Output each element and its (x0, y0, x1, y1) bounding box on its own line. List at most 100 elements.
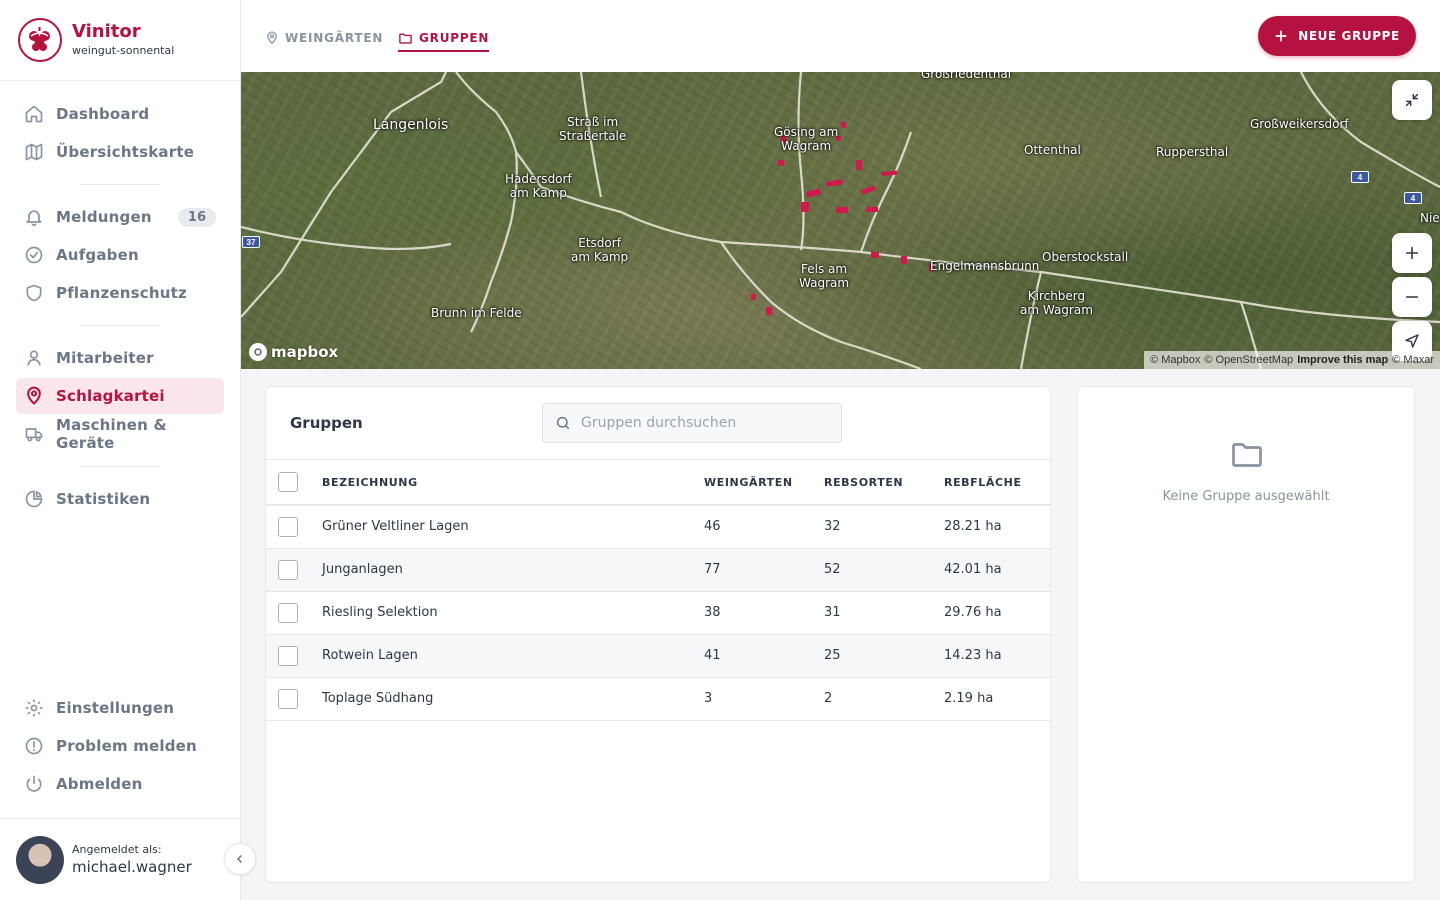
plus-icon (1405, 246, 1419, 260)
area-cell: 29.76 ha (944, 591, 1050, 635)
varieties-cell: 31 (824, 591, 944, 635)
brand[interactable]: Vinitor weingut-sonnental (0, 0, 240, 81)
sidebar-item-einstellungen[interactable]: Einstellungen (16, 690, 224, 726)
varieties-cell: 2 (824, 677, 944, 721)
table-row[interactable]: Riesling Selektion 38 31 29.76 ha (266, 591, 1050, 635)
sidebar-item-mitarbeiter[interactable]: Mitarbeiter (16, 340, 224, 376)
app-name: Vinitor (72, 21, 141, 42)
group-name-cell: Grüner Veltliner Lagen (322, 505, 704, 549)
tab-weingaerten[interactable]: WEINGÄRTEN (265, 26, 383, 50)
groups-table: BEZEICHNUNG WEINGÄRTEN REBSORTEN REBFLÄC… (266, 460, 1050, 721)
sidebar-item-uebersichtskarte[interactable]: Übersichtskarte (16, 134, 224, 170)
map-label: Oberstockstall (1042, 250, 1129, 264)
map-label: Straß im Straßertale (559, 115, 627, 143)
check-circle-icon (24, 245, 44, 265)
zoom-in-button[interactable] (1392, 233, 1432, 273)
sidebar-item-label: Aufgaben (56, 246, 139, 264)
map-label: Langenlois (373, 117, 449, 133)
row-checkbox[interactable] (278, 559, 298, 580)
road-shield: 4 (1404, 192, 1422, 204)
user-info[interactable]: Angemeldet als: michael.wagner (0, 818, 240, 900)
sidebar-item-problem-melden[interactable]: Problem melden (16, 728, 224, 764)
sidebar-item-abmelden[interactable]: Abmelden (16, 766, 224, 802)
mapbox-logo[interactable]: mapbox (249, 343, 338, 361)
vineyards-cell: 38 (704, 591, 824, 635)
new-group-label: NEUE GRUPPE (1298, 29, 1400, 43)
varieties-cell: 25 (824, 634, 944, 678)
minus-icon (1405, 296, 1419, 298)
map-label: Etsdorf am Kamp (571, 236, 629, 264)
column-header-rebflaeche[interactable]: REBFLÄCHE (944, 460, 1050, 506)
nav-divider (80, 466, 160, 467)
table-row[interactable]: Toplage Südhang 3 2 2.19 ha (266, 677, 1050, 721)
notification-count-badge: 16 (177, 207, 216, 227)
table-row[interactable]: Junganlagen 77 52 42.01 ha (266, 548, 1050, 592)
fullscreen-exit-button[interactable] (1392, 80, 1432, 120)
main-nav: Dashboard Übersichtskarte Meldungen 16 A… (16, 96, 224, 519)
row-checkbox[interactable] (278, 602, 298, 623)
map-icon (24, 142, 44, 162)
map-label: Großriedenthal (921, 72, 1012, 81)
attribution-maxar-link[interactable]: © Maxar (1392, 354, 1434, 366)
column-header-weingaerten[interactable]: WEINGÄRTEN (704, 460, 824, 506)
map-label: Kirchberg am Wagram (1020, 289, 1093, 317)
road-shield: 4 (1351, 171, 1369, 183)
sidebar-item-statistiken[interactable]: Statistiken (16, 481, 224, 517)
search-input[interactable] (581, 415, 821, 431)
sidebar-item-maschinen[interactable]: Maschinen & Geräte (16, 416, 224, 452)
nav-divider (80, 325, 160, 326)
tab-label: WEINGÄRTEN (285, 31, 384, 45)
area-cell: 2.19 ha (944, 677, 1050, 721)
satellite-map[interactable]: Großriedenthal Langenlois Straß im Straß… (241, 72, 1440, 369)
table-header-row: BEZEICHNUNG WEINGÄRTEN REBSORTEN REBFLÄC… (266, 460, 1050, 506)
shield-icon (24, 283, 44, 303)
map-pin-icon (24, 386, 44, 406)
group-detail-panel: Keine Gruppe ausgewählt (1077, 386, 1415, 883)
row-checkbox[interactable] (278, 645, 298, 666)
attribution-mapbox-link[interactable]: © Mapbox (1150, 354, 1200, 366)
tab-gruppen[interactable]: GRUPPEN (398, 26, 490, 52)
row-checkbox[interactable] (278, 516, 298, 537)
power-icon (24, 774, 44, 794)
empty-state-text: Keine Gruppe ausgewählt (1162, 489, 1330, 504)
sidebar-item-label: Abmelden (56, 775, 143, 793)
column-header-rebsorten[interactable]: REBSORTEN (824, 460, 944, 506)
attribution-osm-link[interactable]: © OpenStreetMap (1204, 354, 1293, 366)
groups-panel: Gruppen BEZEICHNUNG WEINGÄRTEN REBSORTEN… (265, 386, 1051, 883)
search-box[interactable] (542, 403, 842, 443)
varieties-cell: 32 (824, 505, 944, 549)
user-icon (24, 348, 44, 368)
sidebar: Vinitor weingut-sonnental Dashboard Über… (0, 0, 241, 900)
tab-label: GRUPPEN (419, 31, 490, 45)
sidebar-item-aufgaben[interactable]: Aufgaben (16, 237, 224, 273)
select-all-checkbox[interactable] (278, 472, 298, 492)
plus-icon (1274, 29, 1288, 43)
sidebar-item-label: Maschinen & Geräte (56, 416, 167, 452)
area-cell: 28.21 ha (944, 505, 1050, 549)
improve-map-link[interactable]: Improve this map (1297, 354, 1388, 366)
zoom-out-button[interactable] (1392, 277, 1432, 317)
pie-chart-icon (24, 489, 44, 509)
map-label: Ottenthal (1024, 143, 1081, 157)
vineyards-cell: 41 (704, 634, 824, 678)
sidebar-item-label: Schlagkartei (56, 387, 165, 405)
new-group-button[interactable]: NEUE GRUPPE (1258, 16, 1416, 56)
table-row[interactable]: Rotwein Lagen 41 25 14.23 ha (266, 634, 1050, 678)
sidebar-item-schlagkartei[interactable]: Schlagkartei (16, 378, 224, 414)
row-checkbox[interactable] (278, 688, 298, 709)
table-row[interactable]: Grüner Veltliner Lagen 46 32 28.21 ha (266, 505, 1050, 549)
map-label: Nie (1420, 211, 1440, 225)
area-cell: 42.01 ha (944, 548, 1050, 592)
folder-icon (1232, 443, 1262, 467)
column-header-bezeichnung[interactable]: BEZEICHNUNG (322, 460, 704, 506)
sidebar-item-pflanzenschutz[interactable]: Pflanzenschutz (16, 275, 224, 311)
sidebar-item-label: Übersichtskarte (56, 143, 195, 161)
collapse-sidebar-button[interactable] (224, 843, 256, 875)
sidebar-item-meldungen[interactable]: Meldungen 16 (16, 199, 224, 235)
username: michael.wagner (72, 858, 192, 876)
road-shield: 37 (242, 236, 260, 248)
sidebar-item-dashboard[interactable]: Dashboard (16, 96, 224, 132)
vineyards-cell: 46 (704, 505, 824, 549)
grape-logo-icon (18, 18, 62, 62)
search-icon (556, 416, 570, 430)
